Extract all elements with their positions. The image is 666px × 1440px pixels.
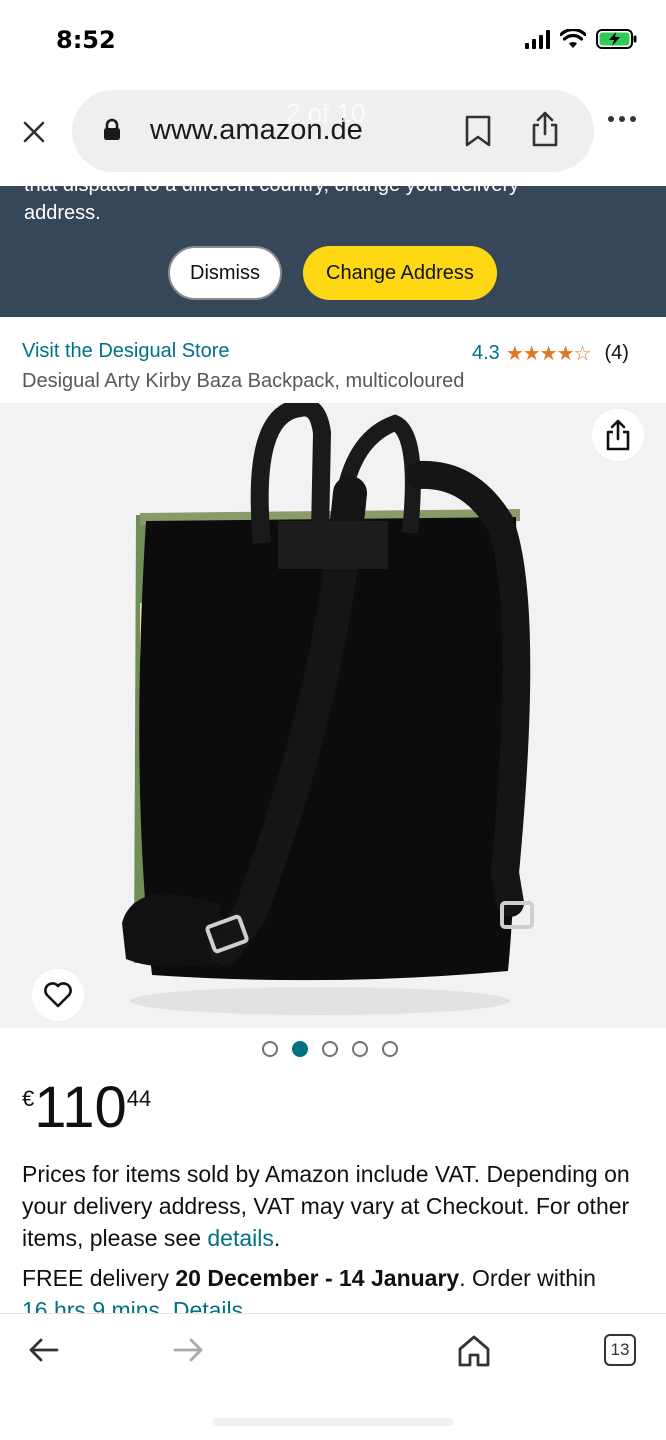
bookmark-button[interactable] [464, 114, 492, 153]
delivery-prefix: FREE delivery [22, 1265, 169, 1291]
page-count: 2 of 10 [286, 98, 366, 128]
backpack-image [122, 403, 534, 1015]
product-image[interactable] [0, 403, 666, 1028]
home-button[interactable] [456, 1334, 492, 1373]
address-bar[interactable]: www.amazon.de 2 of 10 [72, 90, 594, 172]
bookmark-icon [465, 115, 491, 147]
rating[interactable]: 4.3 ★★★★☆ (4) [472, 341, 629, 366]
share-icon [532, 111, 558, 147]
vat-details-link[interactable]: details [207, 1225, 273, 1251]
price-fraction: 44 [126, 1086, 152, 1111]
price-whole: 110 [34, 1075, 127, 1140]
lock-icon [104, 118, 120, 140]
vat-end: . [273, 1225, 281, 1251]
vat-info: Prices for items sold by Amazon include … [22, 1158, 646, 1254]
home-indicator [213, 1418, 453, 1426]
delivery-dates: 20 December - 14 January [175, 1265, 460, 1291]
share-icon [606, 419, 630, 451]
delivery-suffix: . Order within [459, 1265, 596, 1291]
back-icon [29, 1338, 59, 1362]
image-share-button[interactable] [592, 409, 644, 461]
bottom-nav: 13 [0, 1313, 666, 1440]
status-time: 8:52 [56, 26, 116, 54]
forward-button[interactable] [172, 1336, 204, 1369]
share-button[interactable] [530, 110, 560, 153]
change-address-button[interactable]: Change Address [303, 246, 497, 300]
status-bar: 8:52 [0, 0, 666, 80]
price: € 110 44 [22, 1078, 151, 1138]
image-carousel-dots[interactable] [262, 1041, 398, 1057]
wishlist-button[interactable] [32, 969, 84, 1021]
vat-text: Prices for items sold by Amazon include … [22, 1161, 630, 1251]
dismiss-button[interactable]: Dismiss [168, 246, 282, 300]
carousel-dot-active[interactable] [292, 1041, 308, 1057]
product-title: Desigual Arty Kirby Baza Backpack, multi… [22, 370, 465, 392]
carousel-dot[interactable] [382, 1041, 398, 1057]
store-link[interactable]: Visit the Desigual Store [22, 340, 230, 363]
status-icons [525, 28, 638, 50]
forward-icon [173, 1338, 203, 1362]
wifi-icon [560, 29, 586, 48]
carousel-dot[interactable] [352, 1041, 368, 1057]
tabs-icon[interactable]: 13 [604, 1334, 636, 1366]
home-icon [458, 1335, 490, 1367]
address-banner: that dispatch to a different country, ch… [0, 186, 666, 317]
rating-value: 4.3 [472, 342, 500, 364]
back-button[interactable] [28, 1336, 60, 1369]
more-icon[interactable] [608, 116, 636, 122]
carousel-dot[interactable] [262, 1041, 278, 1057]
close-icon [23, 121, 45, 143]
browser-toolbar: www.amazon.de 2 of 10 [0, 80, 666, 186]
carousel-dot[interactable] [322, 1041, 338, 1057]
heart-icon [44, 982, 72, 1008]
price-symbol: € [22, 1086, 35, 1111]
banner-text-cut: that dispatch to a different country, ch… [24, 186, 519, 197]
rating-count: (4) [604, 342, 629, 364]
star-rating-icon: ★★★★☆ [505, 343, 592, 365]
close-button[interactable] [16, 114, 52, 150]
battery-icon [596, 29, 637, 49]
signal-icon [525, 29, 550, 49]
banner-text: address. [24, 202, 101, 224]
